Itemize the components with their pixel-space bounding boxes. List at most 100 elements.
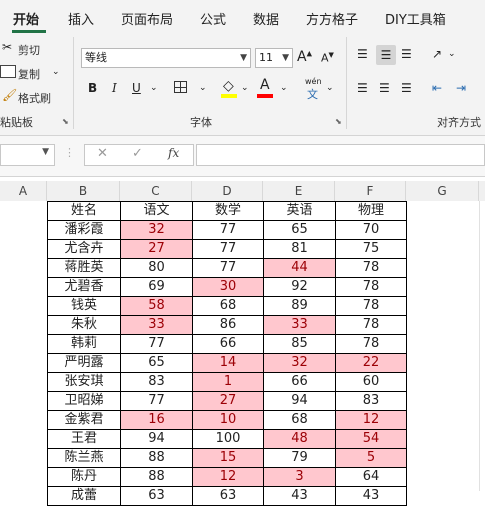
formula-input[interactable] bbox=[196, 144, 485, 166]
name-cell[interactable]: 卫昭娣 bbox=[47, 391, 121, 411]
score-cell[interactable]: 79 bbox=[263, 448, 336, 468]
chevron-down-icon[interactable]: ⌄ bbox=[280, 83, 288, 93]
score-cell[interactable]: 77 bbox=[120, 391, 193, 411]
score-cell[interactable]: 5 bbox=[335, 448, 407, 468]
score-cell[interactable]: 88 bbox=[120, 448, 193, 468]
score-cell[interactable]: 44 bbox=[263, 258, 336, 278]
column-header-a[interactable]: A bbox=[0, 181, 47, 201]
score-cell[interactable]: 30 bbox=[192, 277, 264, 297]
score-cell[interactable]: 12 bbox=[192, 467, 264, 487]
score-cell[interactable]: 60 bbox=[335, 372, 407, 392]
score-cell[interactable]: 27 bbox=[120, 239, 193, 259]
name-cell[interactable]: 王君 bbox=[47, 429, 121, 449]
score-cell[interactable]: 27 bbox=[192, 391, 264, 411]
font-color-icon[interactable]: A bbox=[260, 77, 270, 93]
name-cell[interactable]: 成蕾 bbox=[47, 486, 121, 506]
score-cell[interactable]: 54 bbox=[335, 429, 407, 449]
name-cell[interactable]: 尤含卉 bbox=[47, 239, 121, 259]
chevron-down-icon[interactable]: ⌄ bbox=[52, 67, 60, 77]
fill-color-icon[interactable]: ◇ bbox=[223, 78, 234, 94]
header-cell[interactable]: 物理 bbox=[335, 201, 407, 221]
score-cell[interactable]: 32 bbox=[263, 353, 336, 373]
bold-button[interactable]: B bbox=[88, 81, 97, 95]
score-cell[interactable]: 77 bbox=[192, 258, 264, 278]
name-cell[interactable]: 陈丹 bbox=[47, 467, 121, 487]
score-cell[interactable]: 22 bbox=[335, 353, 407, 373]
header-cell[interactable]: 英语 bbox=[263, 201, 336, 221]
increase-indent-icon[interactable]: ⇥ bbox=[456, 81, 466, 95]
score-cell[interactable]: 12 bbox=[335, 410, 407, 430]
column-header-b[interactable]: B bbox=[47, 181, 120, 201]
score-cell[interactable]: 64 bbox=[335, 467, 407, 487]
tab-formulas[interactable]: 公式 bbox=[200, 9, 226, 28]
score-cell[interactable]: 58 bbox=[120, 296, 193, 316]
score-cell[interactable]: 75 bbox=[335, 239, 407, 259]
score-cell[interactable]: 10 bbox=[192, 410, 264, 430]
score-cell[interactable]: 94 bbox=[120, 429, 193, 449]
score-cell[interactable]: 43 bbox=[263, 486, 336, 506]
column-header-c[interactable]: C bbox=[120, 181, 192, 201]
score-cell[interactable]: 94 bbox=[263, 391, 336, 411]
chevron-down-icon[interactable]: ⌄ bbox=[241, 83, 249, 93]
score-cell[interactable]: 83 bbox=[335, 391, 407, 411]
score-cell[interactable]: 69 bbox=[120, 277, 193, 297]
column-header-g[interactable]: G bbox=[406, 181, 479, 201]
column-header-d[interactable]: D bbox=[192, 181, 263, 201]
cancel-icon[interactable]: ✕ bbox=[97, 146, 108, 161]
chevron-down-icon[interactable]: ⌄ bbox=[448, 49, 456, 59]
score-cell[interactable]: 66 bbox=[192, 334, 264, 354]
score-cell[interactable]: 3 bbox=[263, 467, 336, 487]
chevron-down-icon[interactable]: ⌄ bbox=[150, 83, 158, 93]
drag-handle-icon[interactable]: ⋮ bbox=[64, 146, 75, 159]
tab-insert[interactable]: 插入 bbox=[68, 9, 94, 28]
name-cell[interactable]: 潘彩霞 bbox=[47, 220, 121, 240]
header-cell[interactable]: 数学 bbox=[192, 201, 264, 221]
clipboard-launcher-icon[interactable]: ⬊ bbox=[62, 117, 69, 126]
score-cell[interactable]: 89 bbox=[263, 296, 336, 316]
confirm-icon[interactable]: ✓ bbox=[132, 146, 143, 161]
score-cell[interactable]: 66 bbox=[263, 372, 336, 392]
score-cell[interactable]: 65 bbox=[120, 353, 193, 373]
score-cell[interactable]: 33 bbox=[120, 315, 193, 335]
name-cell[interactable]: 韩莉 bbox=[47, 334, 121, 354]
score-cell[interactable]: 70 bbox=[335, 220, 407, 240]
align-bottom-icon[interactable]: ☰ bbox=[401, 47, 412, 61]
tab-fangfang[interactable]: 方方格子 bbox=[306, 9, 358, 28]
worksheet-grid[interactable]: 姓名 语文 数学 英语 物理 潘彩霞 32 77 65 70 尤含卉 27 77 81 75 蒋胜英 80 77 4… bbox=[0, 201, 485, 506]
italic-button[interactable]: I bbox=[112, 81, 117, 95]
score-cell[interactable]: 16 bbox=[120, 410, 193, 430]
score-cell[interactable]: 78 bbox=[335, 334, 407, 354]
align-left-icon[interactable]: ☰ bbox=[357, 81, 368, 95]
score-cell[interactable]: 78 bbox=[335, 296, 407, 316]
header-cell[interactable]: 姓名 bbox=[47, 201, 121, 221]
name-box[interactable]: ▼ bbox=[0, 144, 55, 166]
name-cell[interactable]: 钱英 bbox=[47, 296, 121, 316]
score-cell[interactable]: 77 bbox=[192, 239, 264, 259]
score-cell[interactable]: 15 bbox=[192, 448, 264, 468]
tab-data[interactable]: 数据 bbox=[253, 9, 279, 28]
align-top-icon[interactable]: ☰ bbox=[357, 47, 368, 61]
chevron-down-icon[interactable]: ⌄ bbox=[326, 83, 334, 93]
tab-diy-toolbox[interactable]: DIY工具箱 bbox=[385, 9, 446, 28]
name-cell[interactable]: 朱秋 bbox=[47, 315, 121, 335]
name-cell[interactable]: 严明露 bbox=[47, 353, 121, 373]
score-cell[interactable]: 65 bbox=[263, 220, 336, 240]
score-cell[interactable]: 68 bbox=[192, 296, 264, 316]
header-cell[interactable]: 语文 bbox=[120, 201, 193, 221]
column-header-f[interactable]: F bbox=[335, 181, 406, 201]
font-size-combo[interactable]: 11 ▼ bbox=[255, 48, 293, 68]
tab-home[interactable]: 开始 bbox=[13, 9, 39, 28]
score-cell[interactable]: 100 bbox=[192, 429, 264, 449]
score-cell[interactable]: 78 bbox=[335, 277, 407, 297]
score-cell[interactable]: 63 bbox=[120, 486, 193, 506]
font-name-combo[interactable]: 等线 ▼ bbox=[81, 48, 251, 68]
underline-button[interactable]: U bbox=[132, 81, 141, 95]
name-cell[interactable]: 金紫君 bbox=[47, 410, 121, 430]
increase-font-icon[interactable]: A▲ bbox=[297, 49, 312, 65]
orientation-icon[interactable]: ↗ bbox=[432, 47, 442, 61]
chevron-down-icon[interactable]: ⌄ bbox=[199, 83, 207, 93]
name-cell[interactable]: 张安琪 bbox=[47, 372, 121, 392]
name-cell[interactable]: 蒋胜英 bbox=[47, 258, 121, 278]
score-cell[interactable]: 33 bbox=[263, 315, 336, 335]
score-cell[interactable]: 80 bbox=[120, 258, 193, 278]
